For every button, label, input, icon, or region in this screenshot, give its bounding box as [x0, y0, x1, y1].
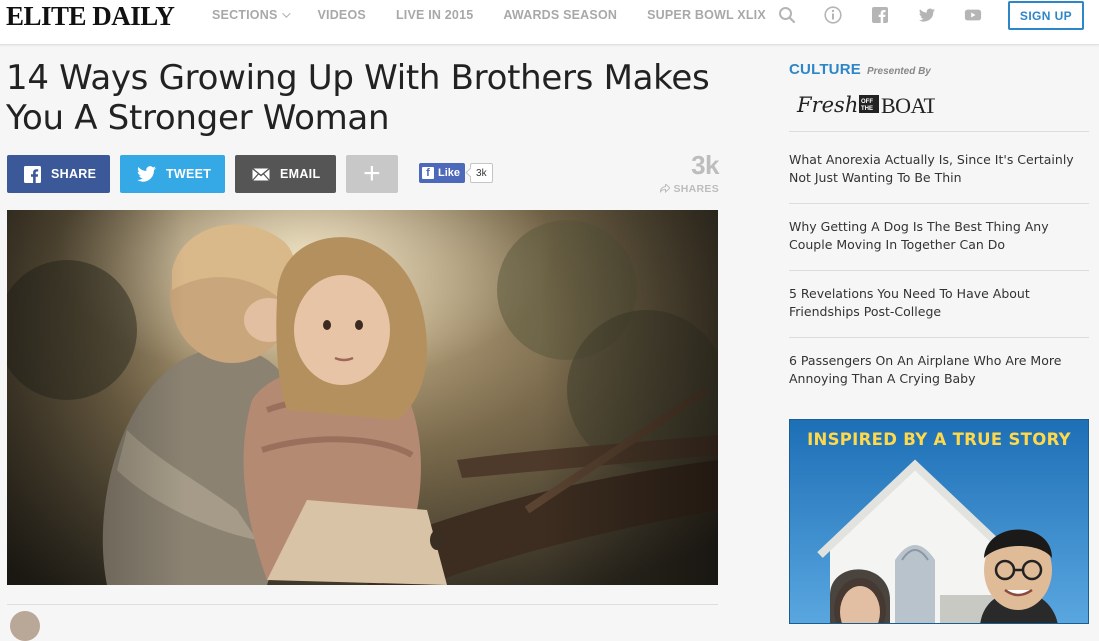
tweet-label: TWEET [166, 167, 212, 181]
sidebar-divider [789, 270, 1089, 271]
site-header: ELITE DAILY SECTIONS VIDEOS LIVE IN 2015… [0, 0, 1099, 45]
shares-label: SHARES [640, 182, 719, 195]
nav-awards-season[interactable]: AWARDS SEASON [503, 8, 617, 22]
youtube-icon[interactable] [964, 6, 982, 24]
main-nav: SECTIONS VIDEOS LIVE IN 2015 AWARDS SEAS… [212, 0, 796, 30]
nav-live-in-2015[interactable]: LIVE IN 2015 [396, 8, 473, 22]
info-icon[interactable] [824, 6, 842, 24]
share-arrow-icon [659, 182, 672, 194]
svg-text:BOAT: BOAT [881, 93, 935, 118]
hero-image [7, 210, 718, 585]
sidebar-article-link[interactable]: 6 Passengers On An Airplane Who Are More… [789, 352, 1089, 388]
email-label: EMAIL [280, 167, 321, 181]
svg-text:THE: THE [861, 106, 873, 112]
ad-headline: INSPIRED BY A TRUE STORY [807, 430, 1071, 449]
twitter-icon [137, 166, 156, 182]
facebook-like-button[interactable]: f Like [419, 163, 466, 183]
nav-super-bowl[interactable]: SUPER BOWL XLIX [647, 8, 766, 22]
sidebar-article-link[interactable]: Why Getting A Dog Is The Best Thing Any … [789, 218, 1089, 254]
plus-icon: + [363, 157, 381, 190]
envelope-icon [252, 167, 270, 181]
email-button[interactable]: EMAIL [235, 155, 336, 193]
sidebar-section-header: CULTURE Presented By [789, 61, 931, 78]
sidebar-divider [789, 131, 1089, 132]
svg-text:Fresh: Fresh [796, 93, 858, 117]
facebook-icon [24, 165, 41, 183]
share-label: SHARE [51, 167, 97, 181]
nav-sections[interactable]: SECTIONS [212, 8, 291, 22]
like-count: 3k [470, 163, 493, 183]
ad-artwork [790, 420, 1088, 623]
share-count: 3k [691, 150, 719, 180]
sponsor-logo[interactable]: Fresh off the BOAT Fresh OFF THE BOAT [795, 87, 935, 121]
facebook-share-button[interactable]: SHARE [7, 155, 110, 193]
facebook-like-widget: f Like 3k [419, 163, 493, 183]
nav-sections-label: SECTIONS [212, 8, 278, 22]
article-title: 14 Ways Growing Up With Brothers Makes Y… [6, 58, 710, 138]
culture-label[interactable]: CULTURE [789, 61, 861, 78]
facebook-icon: f [422, 167, 434, 179]
presented-by-label: Presented By [866, 66, 931, 77]
children-hugging-photo [7, 210, 718, 585]
svg-text:OFF: OFF [861, 99, 873, 105]
search-icon[interactable] [778, 6, 796, 24]
nav-videos[interactable]: VIDEOS [318, 8, 366, 22]
sidebar-article-link[interactable]: 5 Revelations You Need To Have About Fri… [789, 285, 1089, 321]
more-share-button[interactable]: + [346, 155, 398, 193]
sidebar-divider [789, 203, 1089, 204]
twitter-icon[interactable] [918, 6, 936, 24]
chevron-down-icon [281, 9, 291, 18]
sign-up-button[interactable]: SIGN UP [1008, 1, 1084, 30]
site-logo[interactable]: ELITE DAILY [6, 1, 175, 32]
shares-text: SHARES [673, 183, 719, 195]
like-label: Like [438, 167, 461, 179]
facebook-icon[interactable] [871, 6, 889, 24]
sidebar-divider [789, 337, 1089, 338]
avatar[interactable] [10, 611, 40, 641]
article-divider [7, 604, 718, 605]
sidebar-article-link[interactable]: What Anorexia Actually Is, Since It's Ce… [789, 151, 1089, 187]
sidebar-advertisement[interactable]: INSPIRED BY A TRUE STORY [789, 419, 1089, 624]
tweet-button[interactable]: TWEET [120, 155, 225, 193]
